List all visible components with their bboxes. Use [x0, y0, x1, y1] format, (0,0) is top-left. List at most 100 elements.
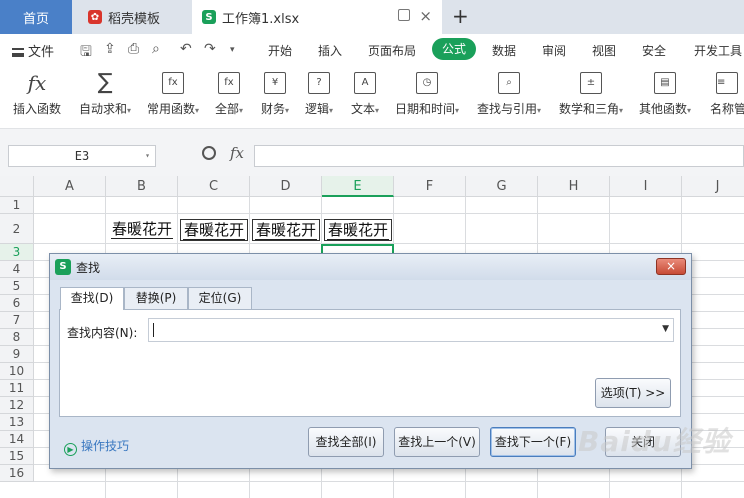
- find-content-input[interactable]: ▼: [148, 318, 674, 342]
- menu-insert[interactable]: 插入: [318, 42, 342, 59]
- autosum-button[interactable]: ∑ 自动求和▾: [76, 72, 134, 117]
- new-tab-button[interactable]: +: [452, 4, 469, 28]
- all-functions-button[interactable]: fx 全部▾: [212, 72, 246, 117]
- row-header-1[interactable]: 1: [0, 197, 34, 214]
- options-button[interactable]: 选项(T) >>: [595, 378, 671, 408]
- datetime-label: 日期和时间: [394, 102, 455, 116]
- row-header-5[interactable]: 5: [0, 278, 34, 295]
- tab-replace[interactable]: 替换(P): [124, 287, 188, 309]
- find-next-button[interactable]: 查找下一个(F): [490, 427, 576, 457]
- chevron-down-icon: ▾: [455, 106, 460, 115]
- tips-link[interactable]: ▶ 操作技巧: [64, 437, 129, 456]
- cell-text: 春暖花开: [182, 221, 245, 240]
- redo-icon[interactable]: ↷: [204, 41, 216, 57]
- row-header-8[interactable]: 8: [0, 329, 34, 346]
- dialog-title-bar[interactable]: S 查找 ×: [50, 254, 691, 280]
- fx-icon[interactable]: fx: [230, 144, 244, 162]
- tab-goto[interactable]: 定位(G): [188, 287, 252, 309]
- cell-text: 春暖花开: [326, 221, 389, 240]
- column-header-b[interactable]: B: [106, 176, 178, 197]
- tab-workbook[interactable]: S 工作簿1.xlsx ×: [192, 0, 442, 34]
- dropdown-arrow-icon[interactable]: ▼: [662, 324, 669, 334]
- row-header-7[interactable]: 7: [0, 312, 34, 329]
- menu-data[interactable]: 数据: [492, 42, 516, 59]
- column-header-j[interactable]: J: [682, 176, 744, 197]
- chevron-down-icon[interactable]: ▾: [145, 146, 150, 166]
- column-header-a[interactable]: A: [34, 176, 106, 197]
- export-icon[interactable]: ⇪: [104, 41, 116, 57]
- text-button[interactable]: A 文本▾: [348, 72, 382, 117]
- menu-security[interactable]: 安全: [642, 42, 666, 59]
- column-header-h[interactable]: H: [538, 176, 610, 197]
- menu-page-layout[interactable]: 页面布局: [368, 42, 416, 59]
- column-header-g[interactable]: G: [466, 176, 538, 197]
- menu-developer[interactable]: 开发工具: [694, 42, 742, 59]
- cell-d2[interactable]: 春暖花开: [252, 219, 320, 241]
- fx-icon: fx: [27, 71, 47, 95]
- cell-c2[interactable]: 春暖花开: [180, 219, 248, 241]
- hamburger-icon: [12, 48, 24, 57]
- row-header-2[interactable]: 2: [0, 214, 34, 244]
- tab-home[interactable]: 首页: [0, 0, 72, 34]
- column-header-d[interactable]: D: [250, 176, 322, 197]
- print-icon[interactable]: ⎙: [128, 41, 139, 57]
- math-button[interactable]: ± 数学和三角▾: [556, 72, 626, 117]
- menu-formula[interactable]: 公式: [432, 38, 476, 60]
- row-header-11[interactable]: 11: [0, 380, 34, 397]
- row-header-15[interactable]: 15: [0, 448, 34, 465]
- find-panel: 查找内容(N): ▼ 选项(T) >>: [59, 309, 681, 417]
- cell-e2[interactable]: 春暖花开: [324, 219, 392, 241]
- lookup-button[interactable]: ⌕ 查找与引用▾: [474, 72, 544, 117]
- formula-ribbon: fx 插入函数 ∑ 自动求和▾ fx 常用函数▾ fx 全部▾ ¥ 财务▾ ? …: [0, 64, 744, 128]
- formula-input[interactable]: [254, 145, 744, 167]
- datetime-button[interactable]: ◷ 日期和时间▾: [392, 72, 462, 117]
- row-header-14[interactable]: 14: [0, 431, 34, 448]
- common-functions-button[interactable]: fx 常用函数▾: [144, 72, 202, 117]
- close-tab-icon[interactable]: ×: [419, 7, 432, 25]
- cell-b2[interactable]: 春暖花开: [108, 219, 176, 241]
- row-header-16[interactable]: 16: [0, 465, 34, 482]
- other-functions-button[interactable]: ▤ 其他函数▾: [636, 72, 694, 117]
- more-quick-access-icon[interactable]: ▾: [230, 45, 235, 55]
- all-functions-label: 全部: [214, 102, 239, 116]
- print-preview-icon[interactable]: ⌕: [152, 41, 160, 57]
- file-menu-button[interactable]: 文件: [12, 41, 54, 60]
- play-circle-icon: ▶: [64, 443, 77, 456]
- row-header-6[interactable]: 6: [0, 295, 34, 312]
- find-all-button[interactable]: 查找全部(I): [308, 427, 384, 457]
- row-header-13[interactable]: 13: [0, 414, 34, 431]
- row-header-3[interactable]: 3: [0, 244, 34, 261]
- dialog-title: 查找: [76, 261, 101, 275]
- chevron-down-icon: ▾: [239, 106, 244, 115]
- save-icon[interactable]: 🖫: [80, 41, 92, 65]
- menu-start[interactable]: 开始: [268, 42, 292, 59]
- insert-function-button[interactable]: fx 插入函数: [12, 72, 62, 117]
- window-mode-icon[interactable]: [398, 9, 410, 21]
- column-header-i[interactable]: I: [610, 176, 682, 197]
- find-previous-button[interactable]: 查找上一个(V): [394, 427, 480, 457]
- name-box[interactable]: E3 ▾: [8, 145, 156, 167]
- undo-icon[interactable]: ↶: [180, 41, 192, 57]
- column-header-c[interactable]: C: [178, 176, 250, 197]
- menu-review[interactable]: 审阅: [542, 42, 566, 59]
- select-all-corner[interactable]: [0, 176, 34, 197]
- logic-button[interactable]: ? 逻辑▾: [302, 72, 336, 117]
- column-header-e[interactable]: E: [322, 176, 394, 197]
- row-header-12[interactable]: 12: [0, 397, 34, 414]
- column-header-f[interactable]: F: [394, 176, 466, 197]
- row-header-4[interactable]: 4: [0, 261, 34, 278]
- finance-button[interactable]: ¥ 财务▾: [258, 72, 292, 117]
- docer-logo-icon: ✿: [88, 10, 102, 24]
- tab-home-label: 首页: [22, 11, 49, 27]
- row-header-10[interactable]: 10: [0, 363, 34, 380]
- dialog-close-button[interactable]: ×: [656, 258, 686, 275]
- zoom-icon[interactable]: [202, 146, 216, 160]
- name-manager-button[interactable]: ≡ 名称管: [710, 72, 744, 117]
- menu-bar: 文件 🖫 ⇪ ⎙ ⌕ ↶ ↷ ▾ 开始 插入 页面布局 公式 数据 审阅 视图 …: [0, 34, 744, 64]
- row-header-9[interactable]: 9: [0, 346, 34, 363]
- question-icon: ?: [308, 72, 330, 94]
- tab-find[interactable]: 查找(D): [60, 287, 124, 310]
- tab-template[interactable]: ✿ 稻壳模板: [74, 0, 190, 34]
- menu-view[interactable]: 视图: [592, 42, 616, 59]
- logic-label: 逻辑: [304, 102, 329, 116]
